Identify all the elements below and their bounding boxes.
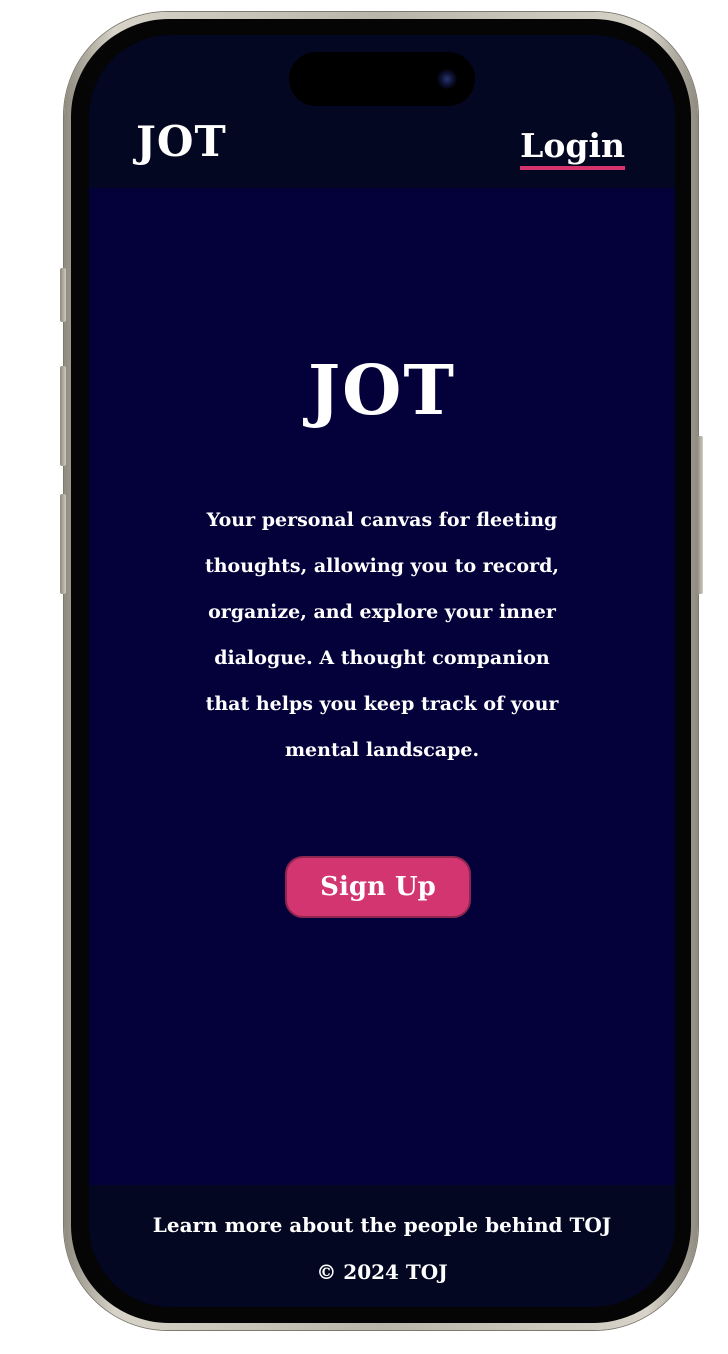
sign-up-button[interactable]: Sign Up <box>285 856 471 918</box>
dynamic-island <box>289 52 475 106</box>
about-people-link[interactable]: Learn more about the people behind TOJ <box>89 1215 675 1235</box>
brand-logo[interactable]: JOT <box>136 121 227 163</box>
app-screen: JOT Login JOT Your personal canvas for f… <box>89 35 675 1307</box>
device-mockup: JOT Login JOT Your personal canvas for f… <box>0 0 728 1354</box>
power-button <box>697 436 703 594</box>
volume-up-button <box>60 366 66 466</box>
hero-description: Your personal canvas for fleeting though… <box>204 509 560 761</box>
camera-icon <box>437 69 457 89</box>
action-button <box>60 268 66 322</box>
copyright-text: © 2024 TOJ <box>316 1260 448 1284</box>
login-link[interactable]: Login <box>520 129 625 170</box>
hero-title: JOT <box>307 351 456 431</box>
volume-down-button <box>60 494 66 594</box>
app-footer: Learn more about the people behind TOJ ©… <box>89 1185 675 1307</box>
